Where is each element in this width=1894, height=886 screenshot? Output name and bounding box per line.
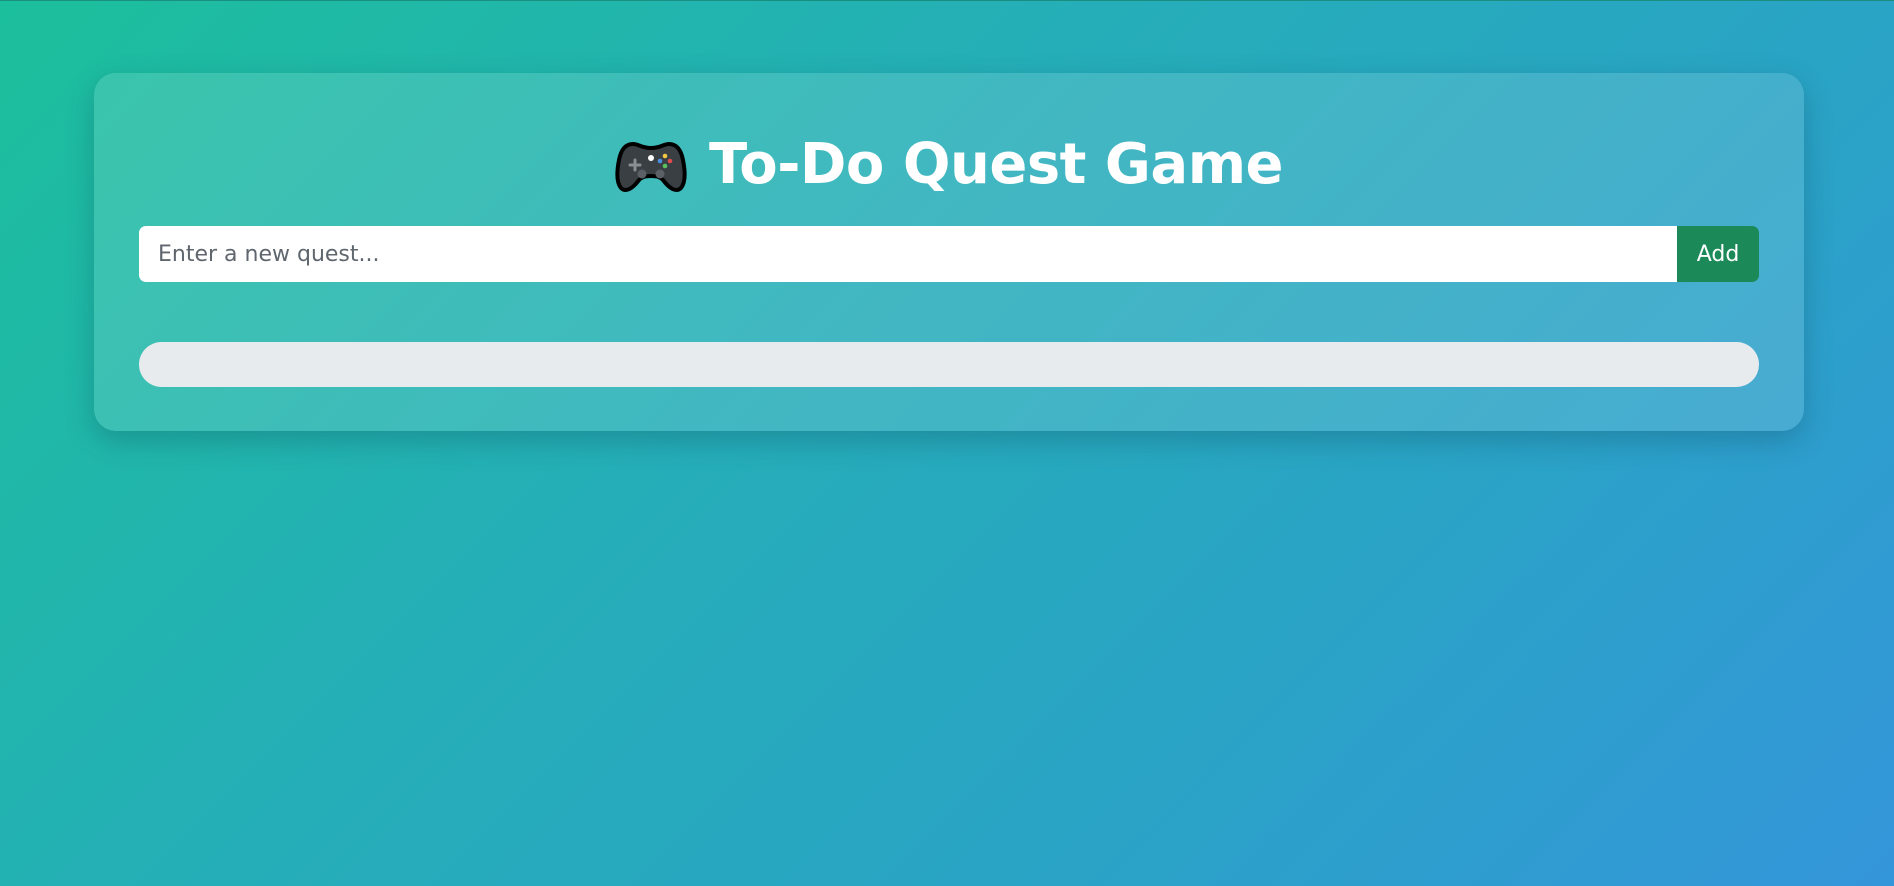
top-border xyxy=(0,0,1894,1)
add-quest-button[interactable]: Add xyxy=(1677,226,1759,282)
quest-card: To-Do Quest Game Add xyxy=(94,73,1804,431)
quest-form: Add xyxy=(139,226,1759,282)
progress-bar xyxy=(139,342,1759,387)
page-title: To-Do Quest Game xyxy=(94,125,1804,205)
quest-input[interactable] xyxy=(139,226,1677,282)
title-text: To-Do Quest Game xyxy=(708,132,1284,197)
game-controller-icon xyxy=(615,136,687,194)
